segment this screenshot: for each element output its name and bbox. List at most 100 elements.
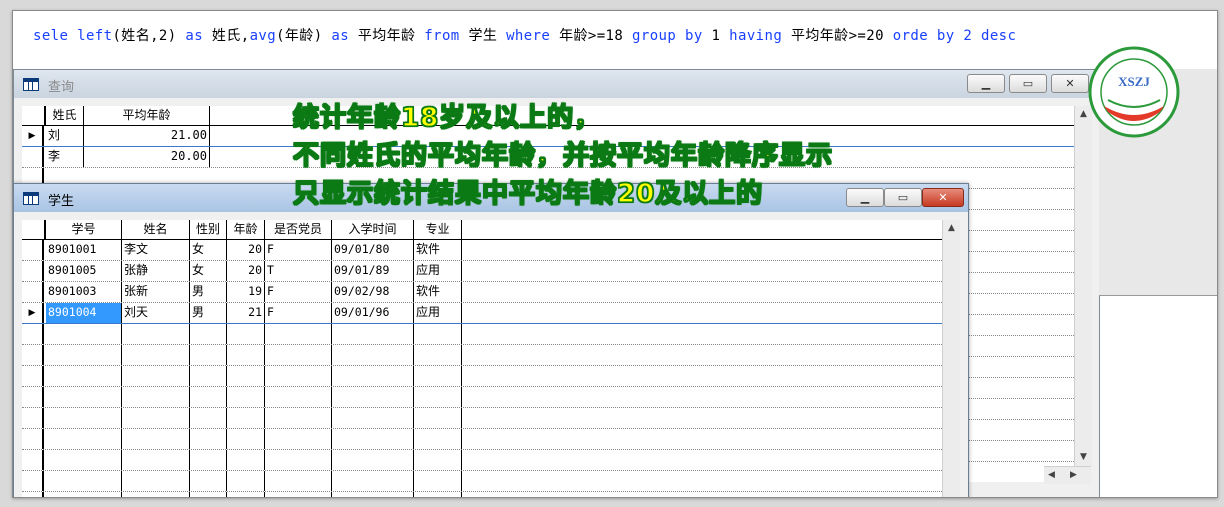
age-cell <box>227 366 265 386</box>
enroll-date-cell[interactable]: 09/01/96 <box>332 303 414 323</box>
age-cell <box>227 345 265 365</box>
name-cell[interactable]: 张静 <box>122 261 190 281</box>
column-header[interactable]: 姓氏 <box>46 106 84 125</box>
table-row <box>22 408 942 429</box>
query-horizontal-scrollbar[interactable]: ◀ ▶ <box>1044 466 1091 484</box>
gender-cell <box>190 471 227 491</box>
command-keyword: as <box>185 28 204 44</box>
major-cell <box>414 324 462 344</box>
scroll-right-icon[interactable]: ▶ <box>1070 467 1077 484</box>
age-cell <box>227 429 265 449</box>
query-minimize-button[interactable]: ▁ <box>967 74 1005 93</box>
command-text: (年龄) <box>276 28 332 44</box>
avg-age-cell[interactable]: 21.00 <box>84 126 210 146</box>
column-header[interactable]: 年龄 <box>227 220 265 239</box>
command-line[interactable]: sele left(姓名,2) as 姓氏,avg(年龄) as 平均年龄 fr… <box>33 25 1016 47</box>
gender-cell[interactable]: 女 <box>190 240 227 260</box>
command-text: (姓名,2) <box>112 28 186 44</box>
name-cell[interactable]: 刘天 <box>122 303 190 323</box>
party-member-cell[interactable]: F <box>265 240 332 260</box>
student-id-cell[interactable]: 8901004 <box>46 303 122 323</box>
student-id-cell <box>46 429 122 449</box>
major-cell <box>414 471 462 491</box>
command-text: 平均年龄>=20 <box>782 28 893 44</box>
scroll-up-icon[interactable]: ▲ <box>943 220 960 237</box>
name-cell <box>122 408 190 428</box>
table-row[interactable]: 8901003 张新男 19 F 09/02/98 软件 <box>22 282 942 303</box>
gender-cell[interactable]: 男 <box>190 303 227 323</box>
enroll-date-cell[interactable]: 09/01/89 <box>332 261 414 281</box>
query-vertical-scrollbar[interactable]: ▲ ▼ <box>1074 106 1092 466</box>
student-vertical-scrollbar[interactable]: ▲ <box>942 220 960 497</box>
gender-cell <box>190 324 227 344</box>
name-cell <box>122 471 190 491</box>
age-cell[interactable]: 20 <box>227 261 265 281</box>
command-keyword: having <box>729 28 783 44</box>
student-grid[interactable]: 学号 姓名 性别 年龄 是否党员 入学时间 专业 8901001 李文女 20 F 09… <box>22 220 942 497</box>
column-header[interactable]: 专业 <box>414 220 462 239</box>
close-icon: ✕ <box>938 191 948 204</box>
student-id-cell <box>46 387 122 407</box>
major-cell[interactable]: 应用 <box>414 303 462 323</box>
age-cell[interactable]: 19 <box>227 282 265 302</box>
column-header[interactable]: 学号 <box>46 220 122 239</box>
party-member-cell[interactable]: F <box>265 303 332 323</box>
name-cell <box>122 450 190 470</box>
name-cell[interactable]: 李文 <box>122 240 190 260</box>
student-id-cell <box>46 324 122 344</box>
table-row <box>22 471 942 492</box>
gender-cell <box>190 492 227 497</box>
row-selector <box>22 450 44 470</box>
student-id-cell[interactable]: 8901001 <box>46 240 122 260</box>
gender-cell[interactable]: 男 <box>190 282 227 302</box>
surname-cell[interactable]: 李 <box>46 147 84 167</box>
party-member-cell[interactable]: T <box>265 261 332 281</box>
enroll-date-cell[interactable]: 09/01/80 <box>332 240 414 260</box>
student-id-cell <box>46 345 122 365</box>
table-row[interactable]: 8901001 李文女 20 F 09/01/80 软件 <box>22 240 942 261</box>
name-cell <box>122 387 190 407</box>
table-row[interactable]: ▶ 8901004 刘天男 21 F 09/01/96 应用 <box>22 303 942 324</box>
column-header[interactable]: 入学时间 <box>332 220 414 239</box>
query-maximize-button[interactable]: ▭ <box>1009 74 1047 93</box>
avg-age-cell[interactable]: 20.00 <box>84 147 210 167</box>
major-cell[interactable]: 应用 <box>414 261 462 281</box>
student-id-cell[interactable]: 8901003 <box>46 282 122 302</box>
student-minimize-button[interactable]: ▁ <box>846 188 884 207</box>
column-header[interactable]: 平均年龄 <box>84 106 210 125</box>
major-cell[interactable]: 软件 <box>414 240 462 260</box>
gender-cell <box>190 408 227 428</box>
query-close-button[interactable]: ✕ <box>1051 74 1089 93</box>
row-selector <box>22 240 44 260</box>
query-window-titlebar[interactable]: 查询 ▁ ▭ ✕ <box>14 70 1099 98</box>
major-cell <box>414 387 462 407</box>
student-id-cell[interactable]: 8901005 <box>46 261 122 281</box>
scroll-left-icon[interactable]: ◀ <box>1048 467 1055 484</box>
command-keyword: sele left <box>33 28 113 44</box>
major-cell <box>414 408 462 428</box>
age-cell[interactable]: 20 <box>227 240 265 260</box>
enroll-date-cell <box>332 387 414 407</box>
student-id-cell <box>46 471 122 491</box>
surname-cell[interactable]: 刘 <box>46 126 84 146</box>
column-header[interactable]: 是否党员 <box>265 220 332 239</box>
major-cell[interactable]: 软件 <box>414 282 462 302</box>
column-header[interactable]: 姓名 <box>122 220 190 239</box>
scroll-down-icon[interactable]: ▼ <box>1075 449 1092 466</box>
row-selector <box>22 345 44 365</box>
vfp-main-window: sele left(姓名,2) as 姓氏,avg(年龄) as 平均年龄 fr… <box>12 10 1218 498</box>
gender-cell[interactable]: 女 <box>190 261 227 281</box>
age-cell[interactable]: 21 <box>227 303 265 323</box>
enroll-date-cell[interactable]: 09/02/98 <box>332 282 414 302</box>
party-member-cell <box>265 450 332 470</box>
student-maximize-button[interactable]: ▭ <box>884 188 922 207</box>
gender-cell <box>190 345 227 365</box>
student-close-button[interactable]: ✕ <box>922 188 964 207</box>
party-member-cell[interactable]: F <box>265 282 332 302</box>
enroll-date-cell <box>332 450 414 470</box>
command-keyword: orde by 2 desc <box>892 28 1017 44</box>
gender-cell <box>190 429 227 449</box>
column-header[interactable]: 性别 <box>190 220 227 239</box>
table-row[interactable]: 8901005 张静女 20 T 09/01/89 应用 <box>22 261 942 282</box>
name-cell[interactable]: 张新 <box>122 282 190 302</box>
